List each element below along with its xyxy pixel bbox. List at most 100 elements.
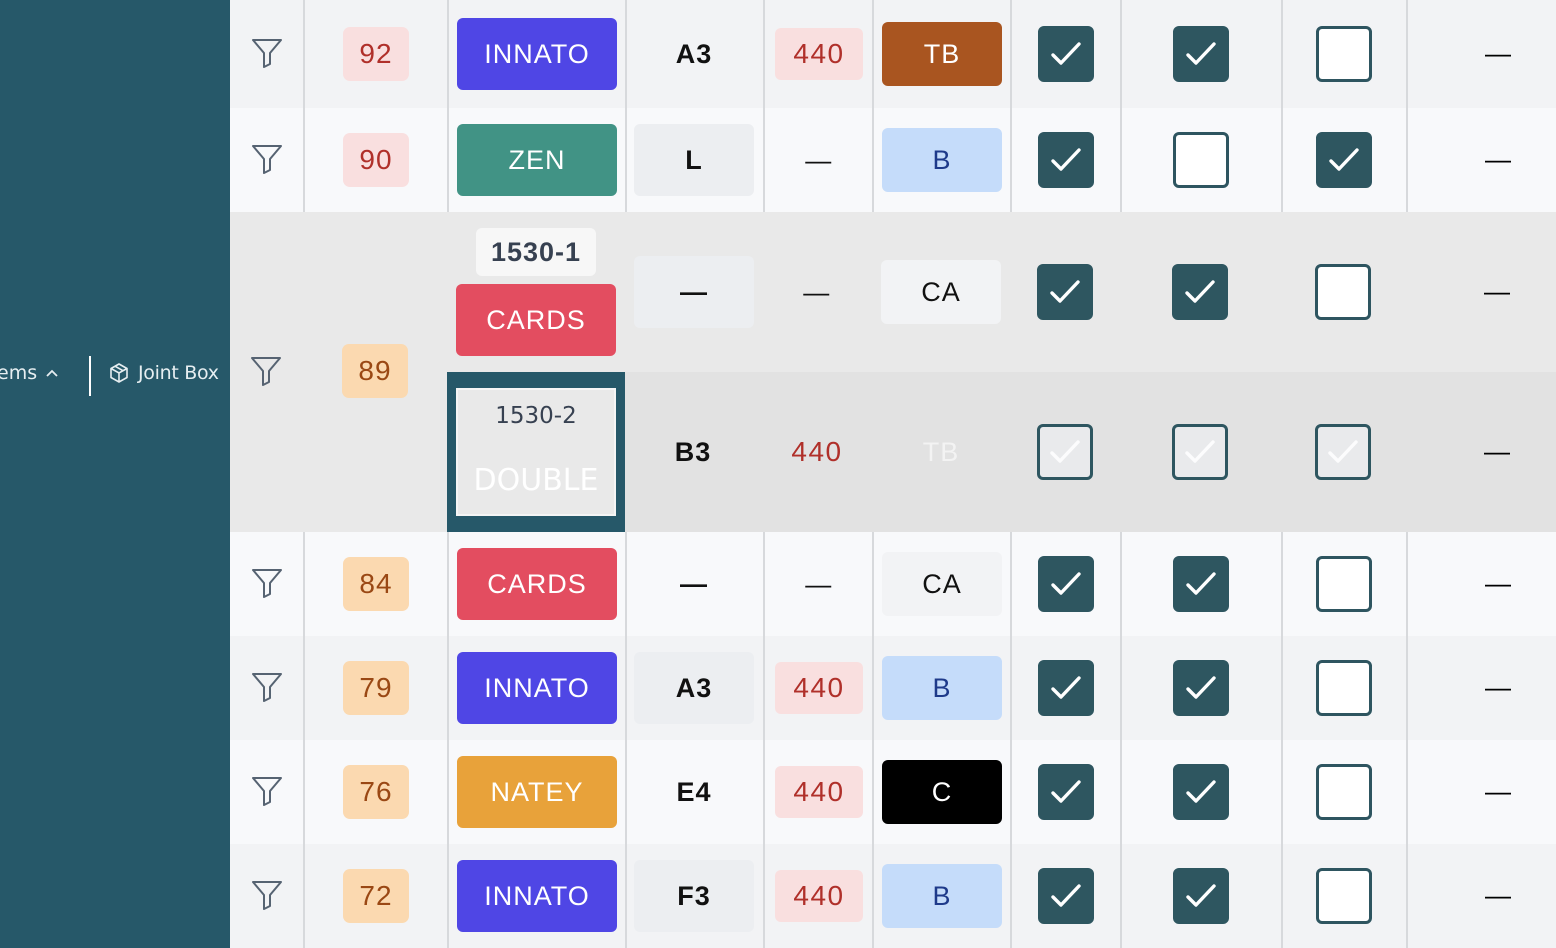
column-divider [625, 532, 627, 636]
checkbox[interactable] [1173, 26, 1229, 82]
column-divider [625, 108, 627, 212]
double-item-card[interactable]: 1530-2 DOUBLE [447, 372, 625, 532]
checkbox[interactable] [1316, 764, 1372, 820]
row-number-badge: 76 [343, 765, 409, 819]
checkbox[interactable] [1038, 26, 1094, 82]
instrument-type-badge[interactable]: NATEY [457, 756, 617, 828]
column-divider [1406, 844, 1408, 948]
filter-icon[interactable] [250, 774, 284, 808]
column-divider [1010, 636, 1012, 740]
position-cell: B3 [674, 436, 712, 467]
check-icon [1051, 884, 1081, 907]
position-cell: F3 [634, 860, 754, 932]
frequency-value: 440 [775, 662, 863, 714]
checkbox[interactable] [1172, 424, 1228, 480]
tuning-tag: TB [882, 22, 1002, 86]
column-divider [303, 108, 305, 212]
frequency-value: 440 [791, 436, 843, 467]
column-divider [763, 108, 765, 212]
joint-box-label: Joint Box [138, 362, 219, 384]
column-divider [303, 0, 305, 108]
double-item-inner: 1530-2 DOUBLE [456, 388, 616, 516]
checkbox[interactable] [1315, 264, 1371, 320]
sidebar-items-label: ems [0, 362, 38, 384]
filter-icon[interactable] [250, 36, 284, 70]
filter-icon[interactable] [249, 354, 283, 388]
table-row: 89 1530-1 CARDS — — CA —1530-2 DOUBLE B3 440 TB — [230, 212, 1556, 532]
frequency-value: 440 [775, 870, 863, 922]
instrument-type-badge[interactable]: INNATO [457, 860, 617, 932]
checkbox[interactable] [1315, 424, 1371, 480]
check-icon [1186, 572, 1216, 595]
column-divider [1010, 0, 1012, 108]
column-divider [625, 0, 627, 108]
checkbox[interactable] [1038, 764, 1094, 820]
checkbox[interactable] [1038, 660, 1094, 716]
sidebar-items-toggle[interactable]: ems [0, 362, 59, 384]
column-divider [1010, 844, 1012, 948]
checkbox[interactable] [1172, 264, 1228, 320]
column-divider [447, 740, 449, 844]
column-divider [763, 532, 765, 636]
position-cell: A3 [634, 652, 754, 724]
check-icon [1050, 440, 1080, 463]
column-divider [1120, 740, 1122, 844]
filter-icon[interactable] [250, 670, 284, 704]
position-cell: E4 [676, 776, 712, 807]
checkbox[interactable] [1173, 868, 1229, 924]
check-icon [1050, 280, 1080, 303]
filter-icon[interactable] [250, 878, 284, 912]
column-divider [303, 636, 305, 740]
table-row: 72 INNATO F3 440 B — [230, 844, 1556, 948]
position-cell: A3 [675, 38, 713, 69]
checkbox[interactable] [1038, 132, 1094, 188]
column-divider [763, 844, 765, 948]
sidebar-separator [89, 356, 91, 396]
instrument-type-label: DOUBLE [473, 462, 599, 498]
filter-icon[interactable] [250, 142, 284, 176]
instrument-type-badge[interactable]: INNATO [457, 652, 617, 724]
checkbox[interactable] [1173, 132, 1229, 188]
chevron-up-icon [46, 369, 58, 377]
column-divider [872, 0, 874, 108]
column-divider [872, 844, 874, 948]
checkbox[interactable] [1173, 660, 1229, 716]
item-code-label: 1530-2 [495, 403, 577, 429]
joint-box-button[interactable]: Joint Box [108, 362, 219, 384]
row-number-badge: 89 [342, 344, 408, 398]
checkbox[interactable] [1037, 264, 1093, 320]
column-divider [1281, 636, 1283, 740]
check-icon [1329, 148, 1359, 171]
filter-icon[interactable] [250, 566, 284, 600]
checkbox[interactable] [1173, 556, 1229, 612]
tuning-tag: C [882, 760, 1002, 824]
checkbox[interactable] [1037, 424, 1093, 480]
frequency-value: 440 [775, 766, 863, 818]
checkbox[interactable] [1316, 556, 1372, 612]
check-icon [1185, 440, 1215, 463]
column-divider [1281, 0, 1283, 108]
table-row: 76 NATEY E4 440 C — [230, 740, 1556, 844]
column-divider [763, 740, 765, 844]
checkbox[interactable] [1316, 660, 1372, 716]
row-number-badge: 92 [343, 27, 409, 81]
checkbox[interactable] [1173, 764, 1229, 820]
checkbox[interactable] [1316, 132, 1372, 188]
table-row: 79 INNATO A3 440 B — [230, 636, 1556, 740]
checkbox[interactable] [1316, 868, 1372, 924]
tuning-tag: CA [882, 552, 1002, 616]
checkbox[interactable] [1038, 868, 1094, 924]
checkbox[interactable] [1316, 26, 1372, 82]
checkbox[interactable] [1038, 556, 1094, 612]
sidebar: ems Joint Box [0, 0, 230, 948]
column-divider [303, 844, 305, 948]
instrument-type-badge[interactable]: CARDS [456, 284, 616, 356]
column-divider [872, 636, 874, 740]
instrument-type-badge[interactable]: ZEN [457, 124, 617, 196]
box-icon [110, 363, 128, 383]
instrument-type-badge[interactable]: CARDS [457, 548, 617, 620]
check-icon [1186, 676, 1216, 699]
column-divider [1120, 0, 1122, 108]
instrument-type-badge[interactable]: INNATO [457, 18, 617, 90]
column-divider [303, 740, 305, 844]
